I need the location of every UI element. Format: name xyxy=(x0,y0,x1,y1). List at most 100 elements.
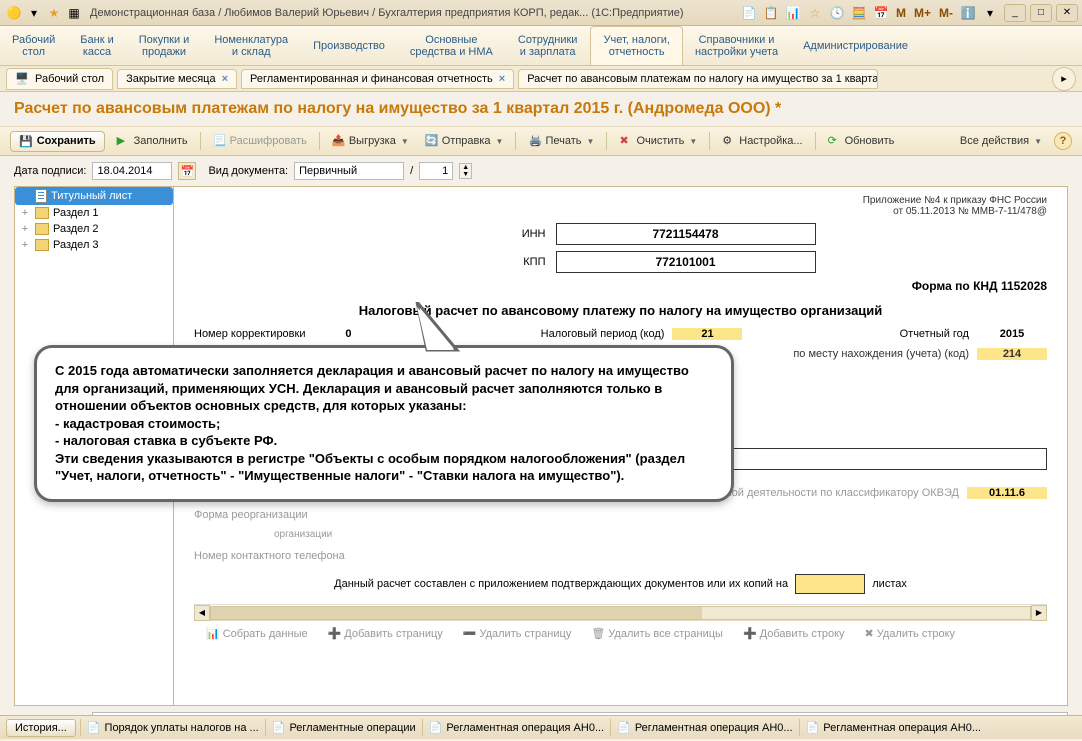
tab-close-icon[interactable]: × xyxy=(499,73,505,85)
nav-tab-8[interactable]: Справочники инастройки учета xyxy=(683,26,791,65)
tree-item-2[interactable]: +Раздел 2 xyxy=(15,221,173,237)
reorg-inn-field[interactable] xyxy=(422,505,532,525)
send-button[interactable]: 🔄 Отправка ▼ xyxy=(421,132,508,150)
cal-icon[interactable]: 📅 xyxy=(873,5,889,21)
calendar-button[interactable]: 📅 xyxy=(178,162,196,180)
decrypt-icon: 📃 xyxy=(213,134,227,148)
app-icon: 🟡 xyxy=(6,5,22,21)
maximize-button[interactable]: □ xyxy=(1030,4,1052,22)
nav-tab-7[interactable]: Учет, налоги,отчетность xyxy=(590,26,682,65)
settings-icon: ⚙ xyxy=(722,134,736,148)
doc-tab-2[interactable]: Регламентированная и финансовая отчетнос… xyxy=(241,69,514,89)
clear-button[interactable]: ✖ Очистить ▼ xyxy=(615,132,701,150)
scroll-track[interactable] xyxy=(210,606,1031,620)
status-item-3[interactable]: 📄Регламентная операция АН0... xyxy=(610,719,798,736)
m-button[interactable]: M xyxy=(893,6,909,20)
tool-icon-3[interactable]: 📊 xyxy=(785,5,801,21)
decrypt-button[interactable]: 📃 Расшифровать xyxy=(209,132,311,150)
nav-tab-9[interactable]: Администрирование xyxy=(791,26,921,65)
spin-down[interactable]: ▼ xyxy=(460,171,471,178)
scroll-thumb[interactable] xyxy=(211,607,702,619)
nav-tab-2[interactable]: Покупки ипродажи xyxy=(127,26,203,65)
dropdown-icon[interactable]: ▾ xyxy=(26,5,42,21)
doc-kind-input[interactable] xyxy=(294,162,404,180)
tree-item-3[interactable]: +Раздел 3 xyxy=(15,237,173,253)
add-row-button[interactable]: ➕Добавить строку xyxy=(739,625,849,642)
status-item-4[interactable]: 📄Регламентная операция АН0... xyxy=(799,719,987,736)
statement-pre: Данный расчет составлен с приложением по… xyxy=(334,578,788,590)
del-all-icon: 🗑 xyxy=(591,627,605,640)
tree-item-1[interactable]: +Раздел 1 xyxy=(15,205,173,221)
phone-field[interactable] xyxy=(353,546,553,566)
fill-button[interactable]: ▶ Заполнить xyxy=(113,132,192,150)
minimize-button[interactable]: _ xyxy=(1004,4,1026,22)
save-button[interactable]: 💾 Сохранить xyxy=(10,131,105,152)
year-field[interactable]: 2015 xyxy=(977,328,1047,340)
star-icon[interactable]: ★ xyxy=(46,5,62,21)
reorg-kpp-field[interactable] xyxy=(540,505,650,525)
chevron-down-icon: ▼ xyxy=(496,137,504,146)
page-spinner[interactable] xyxy=(419,162,453,180)
info-icon[interactable]: ℹ️ xyxy=(960,5,976,21)
close-button[interactable]: ✕ xyxy=(1056,4,1078,22)
fav-icon[interactable]: ☆ xyxy=(807,5,823,21)
nav-tab-6[interactable]: Сотрудникии зарплата xyxy=(506,26,591,65)
place-field[interactable]: 214 xyxy=(977,348,1047,360)
collect-button[interactable]: 📊Собрать данные xyxy=(202,625,312,642)
scroll-right-button[interactable]: ▶ xyxy=(1031,605,1047,621)
del-all-button[interactable]: 🗑Удалить все страницы xyxy=(587,625,727,642)
nav-tab-4[interactable]: Производство xyxy=(301,26,398,65)
print-button[interactable]: 🖨️ Печать ▼ xyxy=(524,132,598,150)
settings-button[interactable]: ⚙ Настройка... xyxy=(718,132,806,150)
help-button[interactable]: ? xyxy=(1054,132,1072,150)
expand-icon[interactable]: + xyxy=(19,223,31,235)
kpp-field[interactable]: 772101001 xyxy=(556,251,816,273)
expand-icon[interactable]: + xyxy=(19,239,31,251)
history-button[interactable]: История... xyxy=(6,719,76,737)
m-plus-button[interactable]: M+ xyxy=(911,6,934,20)
corr-field[interactable]: 0 xyxy=(313,328,383,340)
expand-icon[interactable]: + xyxy=(19,207,31,219)
nav-tab-3[interactable]: Номенклатураи склад xyxy=(202,26,301,65)
tab-close-icon[interactable]: × xyxy=(222,73,228,85)
tool-icon-1[interactable]: 📄 xyxy=(741,5,757,21)
clock-icon[interactable]: 🕓 xyxy=(829,5,845,21)
m-minus-button[interactable]: M- xyxy=(936,6,956,20)
status-item-2[interactable]: 📄Регламентная операция АН0... xyxy=(422,719,610,736)
dropdown2-icon[interactable]: ▾ xyxy=(982,5,998,21)
calc-icon[interactable]: 🧮 xyxy=(851,5,867,21)
spin-up[interactable]: ▲ xyxy=(460,164,471,171)
all-actions-button[interactable]: Все действия ▼ xyxy=(956,133,1046,149)
status-item-1[interactable]: 📄Регламентные операции xyxy=(265,719,422,736)
sheets-field[interactable] xyxy=(795,574,865,594)
date-input[interactable] xyxy=(92,162,172,180)
reorg-code-field[interactable] xyxy=(316,505,366,525)
scroll-left-button[interactable]: ◀ xyxy=(194,605,210,621)
nav-tab-1[interactable]: Банк икасса xyxy=(68,26,126,65)
collect-icon: 📊 xyxy=(206,627,220,640)
doc-tab-0[interactable]: 🖥️Рабочий стол xyxy=(6,68,113,90)
add-page-button[interactable]: ➕Добавить страницу xyxy=(324,625,447,642)
status-item-0[interactable]: 📄Порядок уплаты налогов на ... xyxy=(80,719,265,736)
print-label: Печать xyxy=(545,135,581,147)
okved-field[interactable]: 01.11.6 xyxy=(967,487,1047,499)
refresh-button[interactable]: ⟳ Обновить xyxy=(824,132,899,150)
tab-label: Закрытие месяца xyxy=(126,73,216,85)
doc-tab-1[interactable]: Закрытие месяца × xyxy=(117,69,237,89)
del-row-button[interactable]: ✖Удалить строку xyxy=(861,625,959,642)
main-nav: РабочийстолБанк икассаПокупки ипродажиНо… xyxy=(0,26,1082,66)
nav-tab-0[interactable]: Рабочийстол xyxy=(0,26,68,65)
knd-label: Форма по КНД 1152028 xyxy=(194,279,1047,293)
tool-icon-2[interactable]: 📋 xyxy=(763,5,779,21)
period-field[interactable]: 21 xyxy=(672,328,742,340)
tabs-nav-arrow[interactable]: ▸ xyxy=(1052,67,1076,91)
grid-icon[interactable]: ▦ xyxy=(66,5,82,21)
tree-item-0[interactable]: Титульный лист xyxy=(15,187,173,205)
inn-field[interactable]: 7721154478 xyxy=(556,223,816,245)
nav-tab-5[interactable]: Основныесредства и НМА xyxy=(398,26,506,65)
export-button[interactable]: 📤 Выгрузка ▼ xyxy=(328,132,413,150)
del-page-button[interactable]: ➖Удалить страницу xyxy=(459,625,576,642)
doc-tab-3[interactable]: Расчет по авансовым платежам по налогу н… xyxy=(518,69,878,89)
kpp-label: КПП xyxy=(426,256,546,268)
horizontal-scrollbar[interactable]: ◀ ▶ xyxy=(194,604,1047,620)
